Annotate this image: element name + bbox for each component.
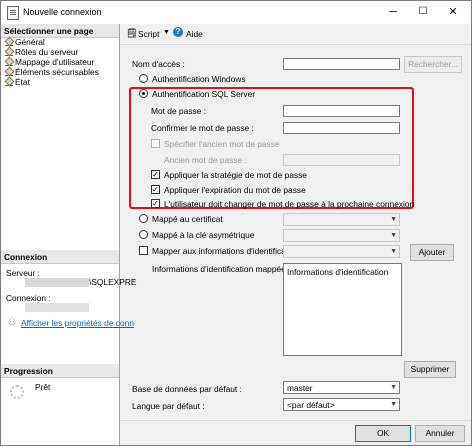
asymmetric-key-label: Mappé à la clé asymétrique [152, 230, 255, 240]
search-button[interactable]: Rechercher... [404, 56, 462, 73]
mapped-credentials-label: Informations d'identification mappées [152, 264, 291, 274]
chevron-down-icon[interactable]: ▼ [163, 29, 170, 36]
chevron-down-icon: ▼ [390, 216, 397, 223]
help-button[interactable]: Aide [186, 29, 203, 39]
confirm-password-label: Confirmer le mot de passe : [151, 123, 254, 133]
windows-auth-radio[interactable] [139, 74, 148, 83]
chevron-down-icon: ▼ [390, 401, 397, 408]
map-credentials-checkbox[interactable] [139, 246, 148, 255]
credentials-combo[interactable]: ▼ [283, 245, 400, 258]
nav-item-user-mapping[interactable]: Mappage d'utilisateur [5, 57, 94, 67]
chevron-down-icon: ▼ [390, 384, 397, 391]
connection-header: Connexion [1, 250, 119, 264]
certificate-combo[interactable]: ▼ [283, 213, 400, 226]
remove-button[interactable]: Supprimer [404, 361, 456, 378]
certificate-label: Mappé au certificat [152, 214, 223, 224]
specify-old-password-checkbox[interactable] [151, 139, 160, 148]
login-name-label: Nom d'accès : [132, 59, 185, 69]
progress-spinner-icon [10, 385, 24, 399]
maximize-button[interactable]: ☐ [408, 1, 438, 24]
ok-button[interactable]: OK [355, 425, 411, 442]
login-icon [7, 6, 19, 20]
default-db-select[interactable]: master ▼ [283, 381, 400, 394]
nav-item-general[interactable]: Général [5, 37, 45, 47]
specify-old-password-label: Spécifier l'ancien mot de passe [164, 139, 280, 149]
default-db-label: Base de données par défaut : [132, 384, 242, 394]
server-value: \SQLEXPRE [89, 277, 137, 287]
map-credentials-label: Mapper aux informations d'identification [152, 246, 300, 256]
chevron-down-icon: ▼ [390, 232, 397, 239]
sql-auth-label: Authentification SQL Server [152, 89, 256, 99]
chevron-down-icon: ▼ [390, 248, 397, 255]
progress-header: Progression [1, 364, 119, 378]
close-button[interactable]: ✕ [438, 1, 468, 24]
dialog-window: Nouvelle connexion ─ ☐ ✕ Sélectionner un… [0, 0, 472, 446]
progress-status: Prêt [35, 382, 51, 392]
credentials-column-header: Informations d'identification [287, 267, 389, 277]
toolbar: 🗒 Script ▼ ? Aide [120, 24, 471, 45]
enforce-expiration-checkbox[interactable]: ✓ [151, 185, 160, 194]
server-redacted [25, 278, 89, 287]
sql-auth-radio[interactable] [139, 89, 148, 98]
people-icon: ⚇ [8, 317, 17, 327]
windows-auth-label: Authentification Windows [152, 74, 246, 84]
script-icon: 🗒 [126, 28, 138, 38]
wrench-icon [5, 48, 13, 56]
password-label: Mot de passe : [151, 106, 206, 116]
nav-item-status[interactable]: État [5, 77, 30, 87]
mapped-credentials-list[interactable]: Informations d'identification [283, 263, 402, 356]
enforce-expiration-label: Appliquer l'expiration du mot de passe [164, 185, 306, 195]
certificate-radio[interactable] [139, 214, 148, 223]
wrench-icon [5, 78, 13, 86]
enforce-policy-checkbox[interactable]: ✓ [151, 170, 160, 179]
old-password-label: Ancien mot de passe : [164, 155, 247, 165]
nav-item-server-roles[interactable]: Rôles du serveur [5, 47, 78, 57]
connection-redacted [25, 303, 89, 312]
view-connection-properties-link[interactable]: Afficher les propriétés de conn [21, 318, 134, 328]
script-button[interactable]: Script [138, 29, 159, 39]
left-pane: Sélectionner une page Général Rôles du s… [1, 24, 136, 445]
add-button[interactable]: Ajouter [410, 244, 454, 261]
asymmetric-key-combo[interactable]: ▼ [283, 229, 400, 242]
select-page-header: Sélectionner une page [1, 24, 119, 38]
footer-divider [120, 420, 471, 421]
help-icon: ? [173, 27, 183, 37]
old-password-input[interactable] [283, 154, 400, 166]
server-label: Serveur : [6, 268, 40, 278]
must-change-label: L'utilisateur doit changer de mot de pas… [164, 199, 415, 209]
nav-item-securables[interactable]: Éléments sécurisables [5, 67, 99, 77]
password-input[interactable] [283, 105, 400, 117]
title-bar: Nouvelle connexion ─ ☐ ✕ [1, 1, 471, 24]
asymmetric-key-radio[interactable] [139, 230, 148, 239]
login-name-input[interactable] [283, 58, 400, 70]
wrench-icon [5, 58, 13, 66]
wrench-icon [5, 68, 13, 76]
cancel-button[interactable]: Annuler [415, 425, 465, 442]
minimize-button[interactable]: ─ [378, 1, 408, 24]
default-lang-select[interactable]: <par défaut> ▼ [283, 398, 400, 411]
connection-label: Connexion : [6, 293, 51, 303]
must-change-checkbox[interactable]: ✓ [151, 199, 160, 208]
wrench-icon [5, 38, 13, 46]
window-title: Nouvelle connexion [23, 7, 102, 17]
confirm-password-input[interactable] [283, 122, 400, 134]
default-lang-label: Langue par défaut : [132, 401, 205, 411]
enforce-policy-label: Appliquer la stratégie de mot de passe [164, 170, 307, 180]
